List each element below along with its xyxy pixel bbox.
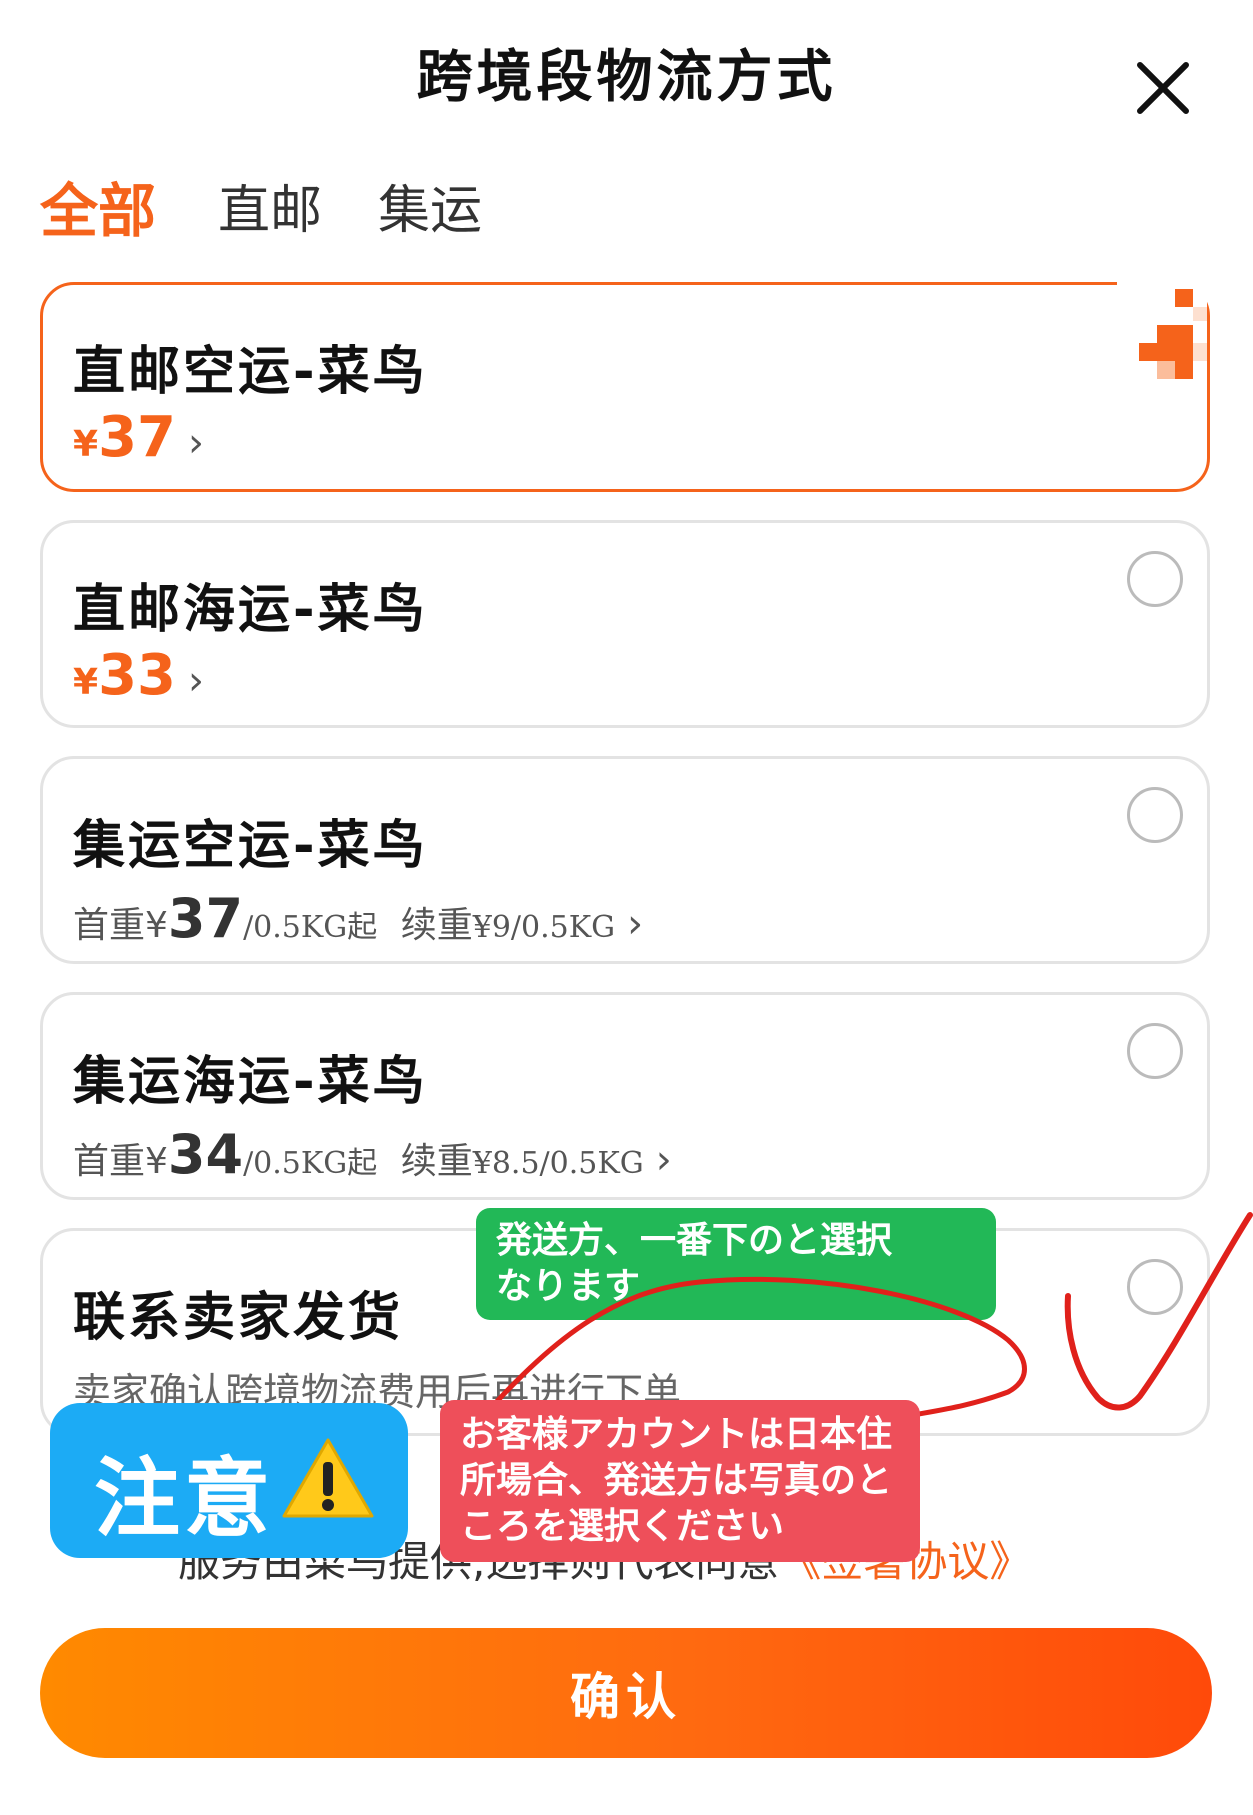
sheet-title: 跨境段物流方式 (416, 45, 837, 110)
option-rate: 首重¥34/0.5KG起 续重¥8.5/0.5KG › (73, 1123, 672, 1186)
annotation-red-note: お客様アカウントは日本住所場合、発送方は写真のところを選択ください (440, 1400, 920, 1562)
option-consolidated-sea[interactable]: 集运海运-菜鸟 首重¥34/0.5KG起 续重¥8.5/0.5KG › (40, 992, 1210, 1200)
option-title: 集运空运-菜鸟 (73, 816, 428, 876)
radio-button[interactable] (1127, 551, 1183, 607)
radio-button[interactable] (1127, 787, 1183, 843)
tab-direct-mail[interactable]: 直邮 (218, 168, 322, 243)
option-title: 集运海运-菜鸟 (73, 1052, 428, 1112)
option-direct-sea[interactable]: 直邮海运-菜鸟 ¥33 › (40, 520, 1210, 728)
chevron-right-icon: › (188, 658, 204, 704)
selected-check-icon (1117, 281, 1207, 391)
chevron-right-icon: › (655, 1137, 672, 1183)
tab-consolidated[interactable]: 集运 (378, 168, 482, 243)
option-direct-air[interactable]: 直邮空运-菜鸟 ¥37 › (40, 281, 1210, 492)
close-icon[interactable] (1130, 55, 1196, 121)
option-price: ¥37 › (73, 405, 204, 470)
tab-all[interactable]: 全部 (40, 164, 156, 248)
option-title: 直邮空运-菜鸟 (73, 342, 428, 402)
option-price: ¥33 › (73, 643, 204, 708)
radio-button[interactable] (1127, 1023, 1183, 1079)
confirm-button[interactable]: 确认 (40, 1628, 1212, 1758)
chevron-right-icon: › (188, 420, 204, 466)
option-rate: 首重¥37/0.5KG起 续重¥9/0.5KG › (73, 887, 644, 950)
chevron-right-icon: › (627, 901, 644, 947)
option-consolidated-air[interactable]: 集运空运-菜鸟 首重¥37/0.5KG起 续重¥9/0.5KG › (40, 756, 1210, 964)
option-title: 联系卖家发货 (73, 1288, 404, 1348)
annotation-green-note: 発送方、一番下のと選択 なります (476, 1208, 996, 1320)
annotation-attention-badge: 注意 (50, 1403, 408, 1558)
radio-button[interactable] (1127, 1259, 1183, 1315)
option-title: 直邮海运-菜鸟 (73, 580, 428, 640)
warning-icon (280, 1436, 376, 1543)
